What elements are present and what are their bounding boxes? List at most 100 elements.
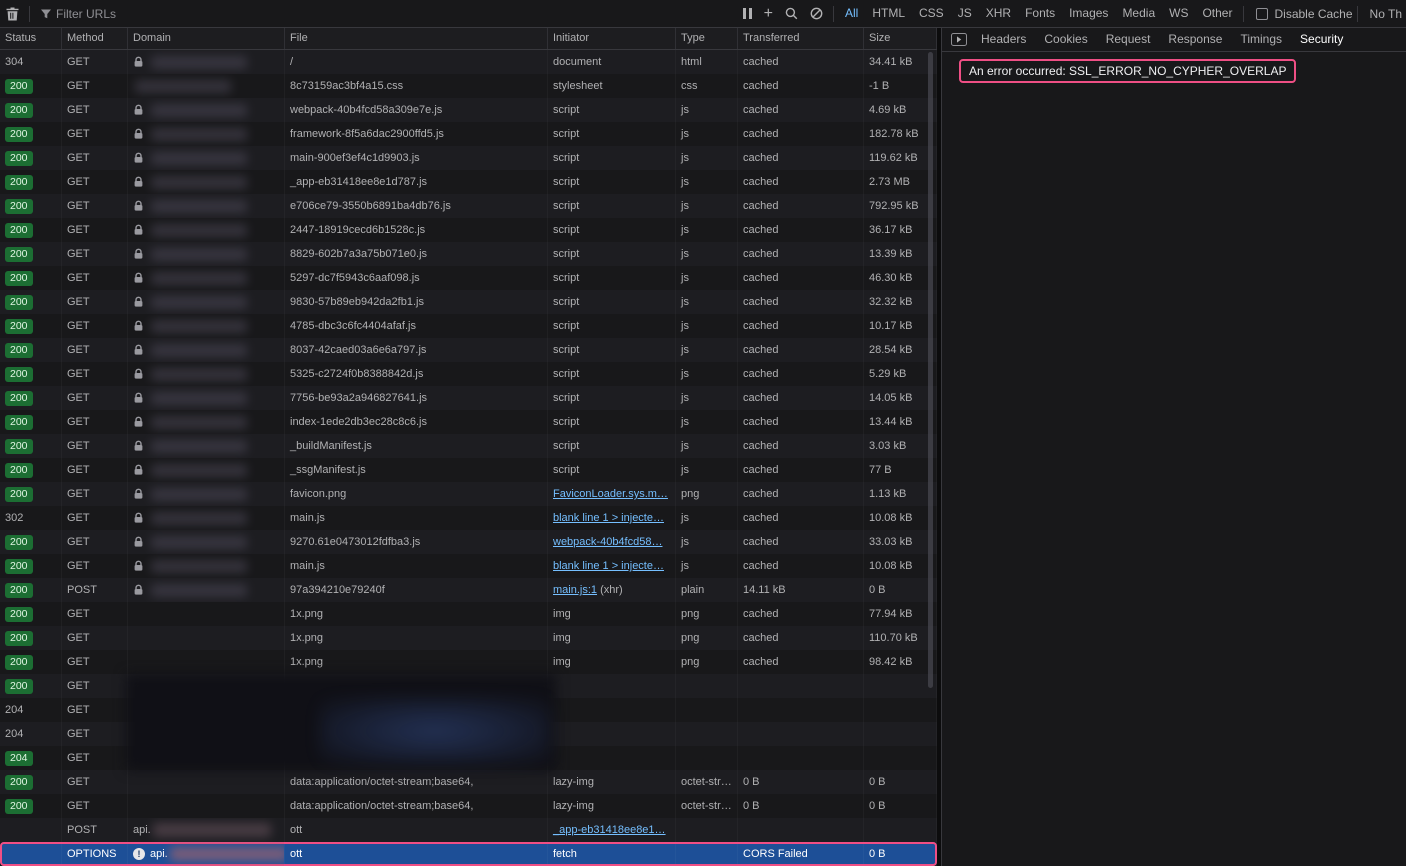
size-cell: 28.54 kB bbox=[864, 338, 937, 362]
request-row[interactable]: 200 GET 1x.png img png cached 98.42 kB bbox=[0, 650, 937, 674]
details-tab-request[interactable]: Request bbox=[1097, 28, 1160, 52]
initiator-cell bbox=[548, 698, 676, 722]
domain-cell bbox=[128, 530, 285, 554]
request-row[interactable]: 200 GET _app-eb31418ee8e1d787.js script js ca… bbox=[0, 170, 937, 194]
details-tab-headers[interactable]: Headers bbox=[972, 28, 1035, 52]
file-cell: data:application/octet-stream;base64, bbox=[285, 770, 548, 794]
column-header-initiator[interactable]: Initiator bbox=[548, 28, 676, 49]
throttling-dropdown[interactable]: No Th bbox=[1362, 7, 1406, 21]
size-cell: 77 B bbox=[864, 458, 937, 482]
column-header-method[interactable]: Method bbox=[62, 28, 128, 49]
request-row[interactable]: 200 GET 8037-42caed03a6e6a797.js script js ca… bbox=[0, 338, 937, 362]
request-row[interactable]: 200 GET index-1ede2db3ec28c8c6.js script js c… bbox=[0, 410, 937, 434]
transferred-cell bbox=[738, 818, 864, 842]
vertical-scrollbar[interactable] bbox=[928, 52, 933, 688]
transferred-cell: cached bbox=[738, 530, 864, 554]
filter-urls-input[interactable]: Filter URLs bbox=[34, 2, 122, 26]
request-row[interactable]: 200 GET e706ce79-3550b6891ba4db76.js script… bbox=[0, 194, 937, 218]
request-row[interactable]: 200 GET 9270.61e0473012fdfba3.js webpack-40… bbox=[0, 530, 937, 554]
file-cell: favicon.png bbox=[285, 482, 548, 506]
column-header-size[interactable]: Size bbox=[864, 28, 937, 49]
initiator-link[interactable]: FaviconLoader.sys.m… bbox=[553, 488, 668, 500]
column-header-domain[interactable]: Domain bbox=[128, 28, 285, 49]
request-row[interactable]: 200 GET framework-8f5a6dac2900ffd5.js scrip… bbox=[0, 122, 937, 146]
search-button[interactable] bbox=[779, 2, 804, 26]
request-row[interactable]: 200 POST 97a394210e79240f main.js:1 (xhr) pl… bbox=[0, 578, 937, 602]
request-row[interactable]: 200 GET 1x.png img png cached 77.94 kB bbox=[0, 602, 937, 626]
request-row[interactable]: 200 GET _buildManifest.js script js cached 3.0… bbox=[0, 434, 937, 458]
request-row[interactable]: 200 GET 5325-c2724f0b8388842d.js script js ca… bbox=[0, 362, 937, 386]
request-row[interactable]: 302 GET main.js blank line 1 > injecte… js ca… bbox=[0, 506, 937, 530]
request-row[interactable]: 304 GET / document html cached 34.41 kB bbox=[0, 50, 937, 74]
initiator-cell: script bbox=[548, 266, 676, 290]
request-row[interactable]: 200 GET 8829-602b7a3a75b071e0.js script js ca… bbox=[0, 242, 937, 266]
redacted-domain bbox=[151, 295, 247, 309]
status-badge: 200 bbox=[5, 775, 33, 790]
request-row[interactable]: 200 GET favicon.png FaviconLoader.sys.m… png… bbox=[0, 482, 937, 506]
initiator-link[interactable]: webpack-40b4fcd58… bbox=[553, 536, 662, 548]
request-row[interactable]: 200 GET 1x.png img png cached 110.70 kB bbox=[0, 626, 937, 650]
filter-tab-ws[interactable]: WS bbox=[1162, 0, 1195, 27]
lock-icon bbox=[133, 128, 144, 140]
details-tab-security[interactable]: Security bbox=[1291, 28, 1352, 52]
request-row[interactable]: 200 GET data:application/octet-stream;base… bbox=[0, 794, 937, 818]
column-header-status[interactable]: Status bbox=[0, 28, 62, 49]
initiator-link[interactable]: blank line 1 > injecte… bbox=[553, 560, 664, 572]
filter-tab-fonts[interactable]: Fonts bbox=[1018, 0, 1062, 27]
filter-tab-css[interactable]: CSS bbox=[912, 0, 951, 27]
request-row[interactable]: 200 GET 7756-be93a2a946827641.js script js ca… bbox=[0, 386, 937, 410]
request-row-selected[interactable]: OPTIONS! api. ott fetch CORS Failed 0 B bbox=[0, 842, 937, 866]
status-badge: 200 bbox=[5, 487, 33, 502]
transferred-cell: cached bbox=[738, 482, 864, 506]
type-cell: js bbox=[676, 290, 738, 314]
size-cell: 182.78 kB bbox=[864, 122, 937, 146]
request-row[interactable]: 200 GET 9830-57b89eb942da2fb1.js script js ca… bbox=[0, 290, 937, 314]
request-row[interactable]: 200 GET 5297-dc7f5943c6aaf098.js script js ca… bbox=[0, 266, 937, 290]
size-cell: 0 B bbox=[864, 842, 937, 866]
initiator-link[interactable]: main.js:1 bbox=[553, 584, 597, 596]
initiator-cell bbox=[548, 722, 676, 746]
clear-requests-button[interactable] bbox=[0, 2, 25, 26]
request-row[interactable]: 200 GET webpack-40b4fcd58a309e7e.js script j… bbox=[0, 98, 937, 122]
request-row[interactable]: POST api. ott _app-eb31418ee8e1… bbox=[0, 818, 937, 842]
status-badge: 200 bbox=[5, 319, 33, 334]
size-cell: 0 B bbox=[864, 794, 937, 818]
column-header-transferred[interactable]: Transferred bbox=[738, 28, 864, 49]
disable-cache-checkbox[interactable] bbox=[1256, 7, 1269, 20]
disable-cache-control[interactable]: Disable Cache bbox=[1248, 7, 1353, 21]
filter-tab-js[interactable]: JS bbox=[951, 0, 979, 27]
status-badge: 200 bbox=[5, 391, 33, 406]
expand-panel-icon[interactable] bbox=[951, 33, 967, 46]
domain-cell bbox=[128, 50, 285, 74]
request-row[interactable]: 200 GET main-900ef3ef4c1d9903.js script js ca… bbox=[0, 146, 937, 170]
column-header-file[interactable]: File bbox=[285, 28, 548, 49]
filter-tab-html[interactable]: HTML bbox=[865, 0, 912, 27]
initiator-link[interactable]: blank line 1 > injecte… bbox=[553, 512, 664, 524]
details-tab-timings[interactable]: Timings bbox=[1231, 28, 1291, 52]
filter-tab-images[interactable]: Images bbox=[1062, 0, 1115, 27]
file-cell: 8829-602b7a3a75b071e0.js bbox=[285, 242, 548, 266]
filter-tab-media[interactable]: Media bbox=[1115, 0, 1162, 27]
initiator-cell: script bbox=[548, 458, 676, 482]
pause-recording-button[interactable] bbox=[737, 2, 758, 26]
request-row[interactable]: 200 GET data:application/octet-stream;base… bbox=[0, 770, 937, 794]
new-request-button[interactable]: + bbox=[758, 2, 779, 26]
filter-tab-other[interactable]: Other bbox=[1195, 0, 1239, 27]
request-row[interactable]: 200 GET 2447-18919cecd6b1528c.js script js ca… bbox=[0, 218, 937, 242]
initiator-link[interactable]: _app-eb31418ee8e1… bbox=[553, 824, 666, 836]
block-request-button[interactable] bbox=[804, 2, 829, 26]
filter-tab-all[interactable]: All bbox=[838, 0, 865, 27]
details-tab-cookies[interactable]: Cookies bbox=[1035, 28, 1096, 52]
type-cell: js bbox=[676, 362, 738, 386]
request-row[interactable]: 200 GET 8c73159ac3bf4a15.css stylesheet css c… bbox=[0, 74, 937, 98]
request-row[interactable]: 200 GET 4785-dbc3c6fc4404afaf.js script js ca… bbox=[0, 314, 937, 338]
status-badge: 204 bbox=[5, 751, 33, 766]
request-row[interactable]: 200 GET _ssgManifest.js script js cached 77 B bbox=[0, 458, 937, 482]
filter-tab-xhr[interactable]: XHR bbox=[979, 0, 1018, 27]
column-header-type[interactable]: Type bbox=[676, 28, 738, 49]
details-tab-response[interactable]: Response bbox=[1159, 28, 1231, 52]
redacted-domain bbox=[151, 199, 247, 213]
status-cell: 200 bbox=[0, 770, 62, 794]
request-row[interactable]: 200 GET main.js blank line 1 > injecte… js ca… bbox=[0, 554, 937, 578]
method-cell: POST bbox=[62, 578, 128, 602]
